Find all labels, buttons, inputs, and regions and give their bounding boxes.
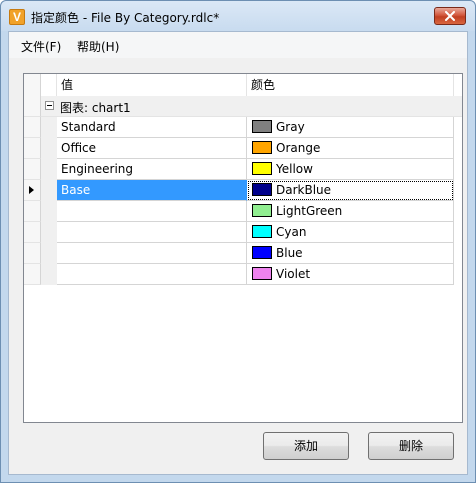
- color-name: DarkBlue: [276, 183, 332, 197]
- expander-column-header: [41, 74, 57, 96]
- row-handle[interactable]: [24, 96, 41, 117]
- column-header-color[interactable]: 颜色: [247, 74, 454, 96]
- color-swatch: [252, 162, 272, 175]
- row-handle[interactable]: [24, 243, 41, 264]
- table-row[interactable]: Cyan: [24, 222, 462, 243]
- color-swatch: [252, 267, 272, 280]
- indent-cell: [41, 201, 57, 222]
- row-handle[interactable]: [24, 201, 41, 222]
- table-row[interactable]: Standard Gray: [24, 117, 462, 138]
- value-cell[interactable]: Office: [57, 138, 247, 159]
- indent-cell: [41, 222, 57, 243]
- row-handle[interactable]: [24, 264, 41, 285]
- group-row-chart1[interactable]: 图表: chart1: [24, 96, 462, 117]
- group-label: 图表: chart1: [60, 101, 131, 115]
- add-button[interactable]: 添加: [263, 432, 349, 460]
- grid-corner-cell: [24, 74, 41, 96]
- color-name: Cyan: [276, 225, 307, 239]
- delete-button[interactable]: 删除: [368, 432, 454, 460]
- column-header-value[interactable]: 值: [57, 74, 247, 96]
- title-bar[interactable]: V 指定颜色 - File By Category.rdlc*: [1, 1, 475, 31]
- color-cell[interactable]: LightGreen: [247, 201, 454, 222]
- color-swatch: [252, 183, 272, 196]
- row-handle[interactable]: [24, 138, 41, 159]
- color-cell[interactable]: Blue: [247, 243, 454, 264]
- app-logo-icon: V: [9, 9, 25, 25]
- value-cell[interactable]: Base: [57, 180, 247, 201]
- menu-help[interactable]: 帮助(H): [77, 38, 119, 55]
- row-handle[interactable]: [24, 117, 41, 138]
- color-assignment-grid[interactable]: 值 颜色 图表: chart1 Standard Gray Office Orange…: [23, 73, 463, 423]
- color-name: LightGreen: [276, 204, 343, 218]
- menu-bar: 文件(F) 帮助(H): [9, 32, 467, 58]
- color-cell[interactable]: DarkBlue: [247, 180, 454, 201]
- value-cell[interactable]: [57, 264, 247, 285]
- close-button[interactable]: [434, 7, 466, 25]
- color-swatch: [252, 246, 272, 259]
- indent-cell: [41, 159, 57, 180]
- value-cell[interactable]: Standard: [57, 117, 247, 138]
- table-row[interactable]: Engineering Yellow: [24, 159, 462, 180]
- value-cell[interactable]: Engineering: [57, 159, 247, 180]
- color-swatch: [252, 204, 272, 217]
- table-row[interactable]: Office Orange: [24, 138, 462, 159]
- close-icon: [445, 11, 455, 21]
- color-name: Gray: [276, 120, 305, 134]
- row-handle[interactable]: [24, 180, 41, 201]
- value-cell[interactable]: [57, 201, 247, 222]
- table-row[interactable]: Blue: [24, 243, 462, 264]
- menu-file[interactable]: 文件(F): [21, 38, 61, 55]
- color-name: Orange: [276, 141, 321, 155]
- color-cell[interactable]: Orange: [247, 138, 454, 159]
- row-handle[interactable]: [24, 222, 41, 243]
- indent-cell: [41, 117, 57, 138]
- color-cell[interactable]: Yellow: [247, 159, 454, 180]
- assign-colors-dialog: V 指定颜色 - File By Category.rdlc* 文件(F) 帮助…: [0, 0, 476, 483]
- color-cell[interactable]: Gray: [247, 117, 454, 138]
- current-row-pointer-icon: [29, 186, 34, 194]
- indent-cell: [41, 243, 57, 264]
- indent-cell: [41, 264, 57, 285]
- value-cell[interactable]: [57, 243, 247, 264]
- indent-cell: [41, 138, 57, 159]
- color-cell[interactable]: Cyan: [247, 222, 454, 243]
- color-cell[interactable]: Violet: [247, 264, 454, 285]
- color-name: Yellow: [276, 162, 313, 176]
- table-row[interactable]: Violet: [24, 264, 462, 285]
- value-cell[interactable]: [57, 222, 247, 243]
- color-swatch: [252, 120, 272, 133]
- indent-cell: [41, 180, 57, 201]
- table-row[interactable]: LightGreen: [24, 201, 462, 222]
- color-swatch: [252, 141, 272, 154]
- color-name: Violet: [276, 267, 311, 281]
- color-name: Blue: [276, 246, 303, 260]
- color-swatch: [252, 225, 272, 238]
- grid-header-row: 值 颜色: [24, 74, 462, 97]
- collapse-minus-icon[interactable]: [45, 101, 54, 110]
- window-title: 指定颜色 - File By Category.rdlc*: [31, 11, 220, 25]
- dialog-client-area: 文件(F) 帮助(H) 值 颜色 图表: chart1 Standard Gray…: [8, 31, 468, 475]
- table-row[interactable]: Base DarkBlue: [24, 180, 462, 201]
- row-handle[interactable]: [24, 159, 41, 180]
